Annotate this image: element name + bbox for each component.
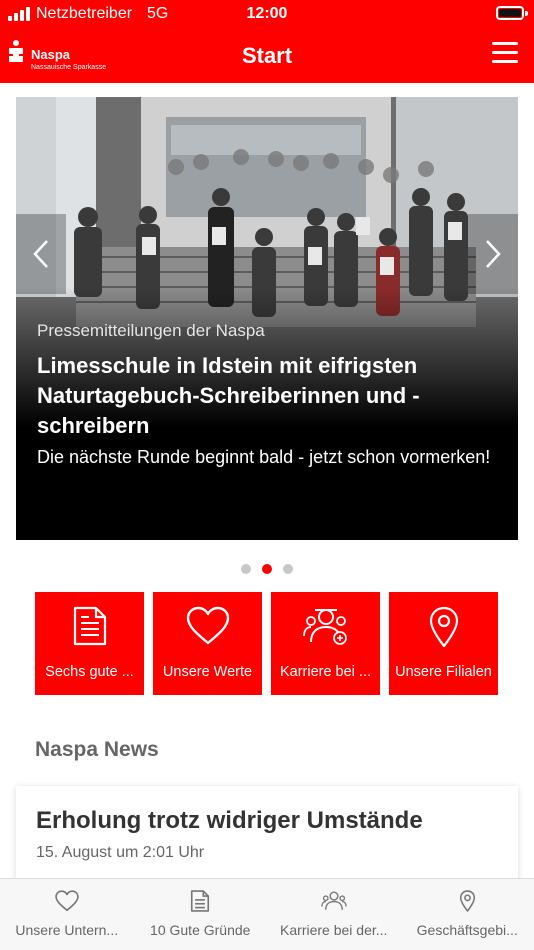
section-title-news: Naspa News: [35, 738, 159, 761]
document-icon: [73, 606, 106, 646]
carousel-next-button[interactable]: [468, 214, 518, 294]
hamburger-menu-icon[interactable]: [492, 42, 518, 64]
tile-unsere-werte[interactable]: Unsere Werte: [153, 592, 262, 695]
carousel-dot[interactable]: [283, 564, 293, 574]
news-date: 15. August um 2:01 Uhr: [36, 844, 205, 861]
tab-10-gute-gruende[interactable]: 10 Gute Gründe: [134, 879, 268, 950]
page-title: Start: [241, 43, 293, 68]
tile-karriere[interactable]: Karriere bei ...: [271, 592, 380, 695]
carousel-prev-button[interactable]: [16, 214, 66, 294]
carousel-dot[interactable]: [241, 564, 251, 574]
people-icon: [302, 609, 347, 645]
tile-label: Sechs gute ...: [45, 664, 134, 680]
people-icon: [320, 891, 347, 910]
status-bar: Netzbetreiber 5G 12:00: [0, 0, 534, 28]
tile-unsere-filialen[interactable]: Unsere Filialen: [389, 592, 498, 695]
app-header: Netzbetreiber 5G 12:00 Naspa Nassauische…: [0, 0, 534, 83]
tile-label: Karriere bei ...: [279, 664, 372, 680]
tab-geschaeftsgebiet[interactable]: Geschäftsgebi...: [401, 879, 534, 950]
carousel-caption: Pressemitteilungen der Naspa Limesschule…: [37, 321, 507, 472]
carousel-category: Pressemitteilungen der Naspa: [37, 321, 265, 340]
status-time: 12:00: [246, 5, 288, 22]
location-pin-icon: [459, 890, 475, 912]
heart-icon: [55, 890, 79, 912]
carousel-subtitle: Die nächste Runde beginnt bald - jetzt s…: [37, 447, 491, 467]
document-icon: [191, 890, 210, 912]
battery-cap: [525, 11, 528, 16]
tile-label: Unsere Filialen: [395, 664, 492, 680]
tab-label: Unsere Untern...: [15, 922, 119, 938]
battery-icon: [496, 6, 524, 20]
chevron-left-icon: [33, 240, 48, 268]
tile-sechs-gute[interactable]: Sechs gute ...: [35, 592, 144, 695]
location-pin-icon: [429, 606, 458, 648]
tab-label: 10 Gute Gründe: [150, 922, 251, 938]
bottom-tab-bar: Unsere Untern... 10 Gute Gründe Karriere…: [0, 878, 534, 950]
carousel-pagination: [0, 564, 534, 574]
tab-label: Karriere bei der...: [280, 922, 388, 938]
quick-links: Sechs gute ... Unsere Werte Karriere bei…: [35, 592, 498, 695]
news-carousel[interactable]: Pressemitteilungen der Naspa Limesschule…: [16, 97, 518, 540]
tab-label: Geschäftsgebi...: [416, 922, 518, 938]
heart-icon: [186, 606, 229, 645]
carousel-dot-active[interactable]: [262, 564, 272, 574]
tab-karriere[interactable]: Karriere bei der...: [267, 879, 401, 950]
carousel-headline[interactable]: Limesschule in Idstein mit eifrigsten Na…: [37, 351, 507, 441]
tab-unsere-unternehmen[interactable]: Unsere Untern...: [0, 879, 134, 950]
tile-label: Unsere Werte: [162, 664, 253, 680]
chevron-right-icon: [486, 240, 501, 268]
news-title: Erholung trotz widriger Umstände: [36, 807, 423, 834]
